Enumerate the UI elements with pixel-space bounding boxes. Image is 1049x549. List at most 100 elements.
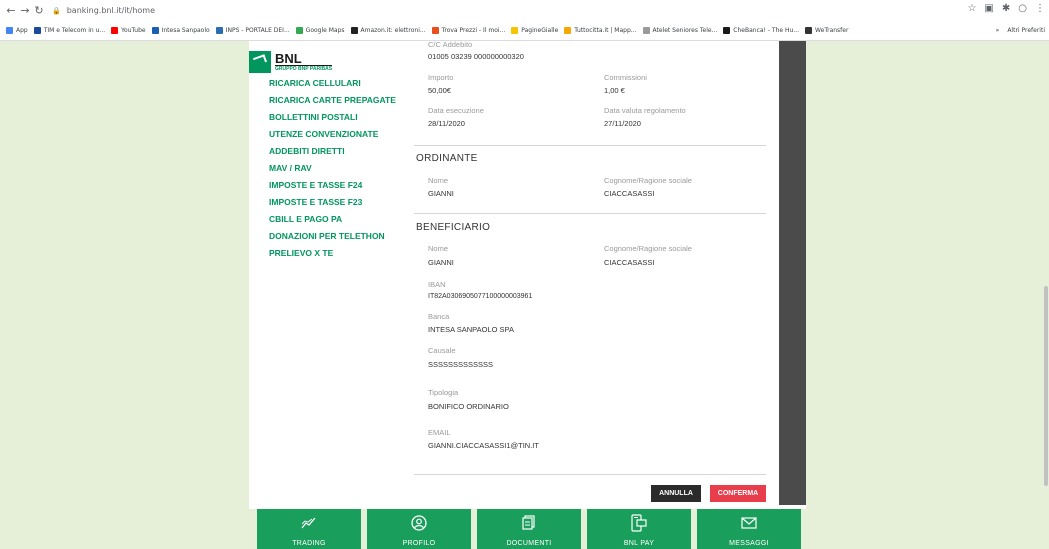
- iban-label: IBAN: [428, 280, 446, 289]
- star-icon[interactable]: ☆: [967, 3, 976, 14]
- commissioni-value: 1,00 €: [604, 86, 625, 95]
- bookmark-item[interactable]: Intesa Sanpaolo: [151, 27, 210, 34]
- bookmark-favicon-icon: [431, 27, 439, 34]
- iban-value: IT82A0306905077100000003961: [428, 293, 533, 300]
- bookmark-label: INPS - PORTALE DEI...: [225, 27, 290, 34]
- bookmark-item[interactable]: INPS - PORTALE DEI...: [215, 27, 290, 34]
- reload-icon[interactable]: ↻: [32, 4, 46, 18]
- conto-label: C/C Addebito: [428, 40, 473, 49]
- menu-item-mav-rav[interactable]: MAV / RAV: [269, 160, 409, 177]
- cancel-button[interactable]: ANNULLA: [651, 485, 701, 502]
- bookmarks-bar: App TIM e Telecom in u... YouTube Intesa Sa…: [0, 21, 1049, 41]
- bookmark-item[interactable]: PagineGialle: [511, 27, 558, 34]
- bookmark-favicon-icon: [111, 27, 119, 34]
- ordinante-cognome-label: Cognome/Ragione sociale: [604, 176, 692, 185]
- section-title-ordinante: ORDINANTE: [416, 153, 478, 164]
- menu-item-ricarica-carte-prepagate[interactable]: RICARICA CARTE PREPAGATE: [269, 92, 409, 109]
- bnl-logo[interactable]: BNL GRUPPO BNP PARIBAS: [249, 49, 359, 75]
- other-bookmarks-button[interactable]: Altri Preferiti: [1007, 27, 1045, 34]
- bookmark-item[interactable]: Atelet Seniores Tele...: [642, 27, 717, 34]
- causale-label: Causale: [428, 346, 456, 355]
- nav-tile-bnl-pay[interactable]: BNL PAY: [587, 509, 691, 549]
- profile-icon: [411, 515, 427, 531]
- commissioni-label: Commissioni: [604, 73, 647, 82]
- bookmark-favicon-icon: [642, 27, 650, 34]
- bnl-pay-icon: [631, 514, 647, 532]
- bookmark-item[interactable]: WeTransfer: [805, 27, 848, 34]
- bookmark-favicon-icon: [564, 27, 572, 34]
- bookmark-item[interactable]: TIM e Telecom in u...: [33, 27, 106, 34]
- menu-item-cbill-pago-pa[interactable]: CBILL E PAGO PA: [269, 211, 409, 228]
- menu-item-imposte-f24[interactable]: IMPOSTE E TASSE F24: [269, 177, 409, 194]
- extension-icon[interactable]: ▣: [984, 3, 993, 14]
- banca-value: INTESA SANPAOLO SPA: [428, 325, 515, 334]
- menu-item-donazioni-telethon[interactable]: DONAZIONI PER TELETHON: [269, 228, 409, 245]
- bookmark-item[interactable]: Tuttocitta.it | Mapp...: [564, 27, 637, 34]
- bookmark-favicon-icon: [295, 27, 303, 34]
- data-esecuzione-value: 28/11/2020: [428, 119, 465, 128]
- beneficiario-cognome-value: CIACCASASSI: [604, 258, 655, 267]
- bookmark-label: Amazon.it: elettroni...: [360, 27, 426, 34]
- nav-tile-documenti[interactable]: DOCUMENTI: [477, 509, 581, 549]
- page-scrollbar[interactable]: [1043, 41, 1049, 549]
- nav-tile-label: TRADING: [292, 540, 326, 547]
- email-label: EMAIL: [428, 428, 451, 437]
- menu-item-prelievo-x-te[interactable]: PRELIEVO X TE: [269, 245, 409, 262]
- bookmark-favicon-icon: [350, 27, 358, 34]
- bookmark-item[interactable]: YouTube: [111, 27, 146, 34]
- nav-tile-messaggi[interactable]: MESSAGGI: [697, 509, 801, 549]
- bookmarks-more-button[interactable]: »: [996, 27, 1000, 34]
- bookmark-label: App: [16, 27, 28, 34]
- profile-avatar-icon[interactable]: ○: [1018, 3, 1027, 14]
- conto-value: 01005 03239 000000000320: [428, 52, 524, 61]
- menu-item-utenze-convenzionate[interactable]: UTENZE CONVENZIONATE: [269, 126, 409, 143]
- nav-tile-label: BNL PAY: [623, 540, 655, 547]
- bookmark-favicon-icon: [723, 27, 731, 34]
- scrollbar-thumb[interactable]: [1044, 286, 1048, 486]
- bottom-nav: TRADING PROFILO DOCUMENTI BNL PAY MESSAG…: [257, 509, 801, 549]
- bookmark-label: Intesa Sanpaolo: [161, 27, 210, 34]
- bookmarks-overflow: » Altri Preferiti: [996, 27, 1045, 34]
- puzzle-icon[interactable]: ✱: [1002, 3, 1010, 14]
- beneficiario-nome-value: GIANNI: [428, 258, 454, 267]
- logo-subtitle: GRUPPO BNP PARIBAS: [275, 64, 333, 72]
- tipologia-label: Tipologia: [428, 388, 459, 397]
- bookmark-item[interactable]: CheBanca! - The Hu...: [723, 27, 799, 34]
- beneficiario-cognome-label: Cognome/Ragione sociale: [604, 244, 692, 253]
- bookmark-item[interactable]: Amazon.it: elettroni...: [350, 27, 426, 34]
- email-value: GIANNI.CIACCASASSI1@TIN.IT: [428, 441, 539, 450]
- confirm-button[interactable]: CONFERMA: [710, 485, 766, 502]
- menu-kebab-icon[interactable]: ⋮: [1035, 3, 1045, 14]
- divider: [414, 474, 766, 475]
- document-icon: [521, 515, 537, 531]
- menu-item-bollettini-postali[interactable]: BOLLETTINI POSTALI: [269, 109, 409, 126]
- trading-icon: [301, 515, 317, 531]
- lock-icon[interactable]: 🔒: [52, 7, 61, 15]
- bookmark-favicon-icon: [805, 27, 813, 34]
- bookmark-item[interactable]: App: [6, 27, 28, 34]
- menu-item-imposte-f23[interactable]: IMPOSTE E TASSE F23: [269, 194, 409, 211]
- bookmark-label: WeTransfer: [815, 27, 849, 34]
- importo-label: Importo: [428, 73, 454, 82]
- bookmark-label: TIM e Telecom in u...: [43, 27, 106, 34]
- payments-menu: RICARICA CELLULARI RICARICA CARTE PREPAG…: [269, 75, 409, 262]
- nav-tile-profilo[interactable]: PROFILO: [367, 509, 471, 549]
- address-bar[interactable]: banking.bnl.it/it/home: [67, 6, 155, 15]
- bookmark-favicon-icon: [511, 27, 519, 34]
- bookmark-label: YouTube: [121, 27, 146, 34]
- bookmark-item[interactable]: Trova Prezzi - Il moi...: [431, 27, 505, 34]
- ordinante-nome-value: GIANNI: [428, 189, 454, 198]
- nav-tile-trading[interactable]: TRADING: [257, 509, 361, 549]
- forward-icon[interactable]: →: [18, 4, 32, 18]
- back-icon[interactable]: ←: [4, 4, 18, 18]
- ordinante-nome-label: Nome: [428, 176, 449, 185]
- bookmark-favicon-icon: [151, 27, 159, 34]
- banca-label: Banca: [428, 312, 450, 321]
- beneficiario-nome-label: Nome: [428, 244, 449, 253]
- menu-item-ricarica-cellulari[interactable]: RICARICA CELLULARI: [269, 75, 409, 92]
- ordinante-cognome-value: CIACCASASSI: [604, 189, 655, 198]
- data-valuta-value: 27/11/2020: [604, 119, 641, 128]
- bookmark-item[interactable]: Google Maps: [295, 27, 345, 34]
- menu-item-addebiti-diretti[interactable]: ADDEBITI DIRETTI: [269, 143, 409, 160]
- side-divider-strip: [779, 41, 806, 505]
